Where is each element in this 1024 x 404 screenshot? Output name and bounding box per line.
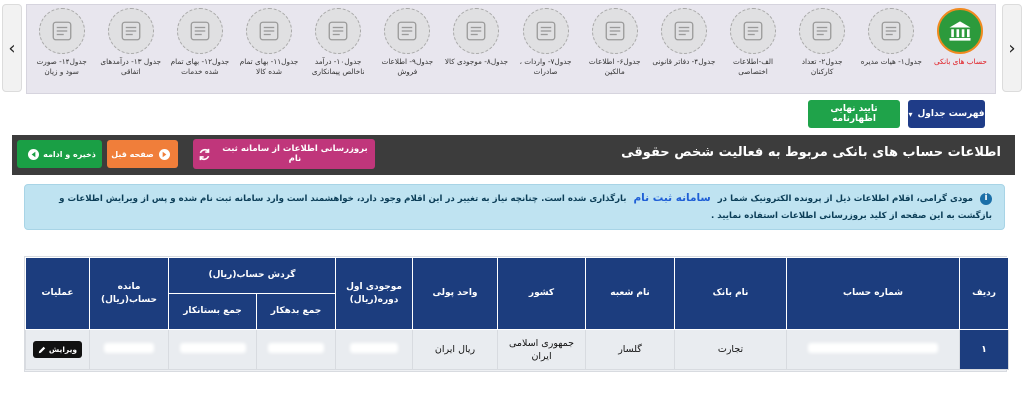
bank-accounts-table-panel: ردیف شماره حساب نام بانک نام شعبه کشور و… <box>24 256 1010 372</box>
step-label: الف-اطلاعات اختصاصی <box>732 57 774 76</box>
step-label: جدول۱۴- صورت سود و زیان <box>36 57 87 76</box>
header-country: کشور <box>497 257 587 330</box>
step-12[interactable]: جدول۱۲- بهای تمام شده خدمات <box>165 5 234 95</box>
sync-icon <box>199 148 210 160</box>
cell-bank-name: تجارت <box>674 329 788 370</box>
step-7[interactable]: جدول۷- واردات ، صادرات <box>511 5 580 95</box>
header-total-credit: جمع بستانکار <box>167 293 258 330</box>
header-bank-name: نام بانک <box>674 257 788 330</box>
step-9[interactable]: جدول۹- اطلاعات فروش <box>373 5 442 95</box>
contract-icon <box>315 8 362 54</box>
table-list-label: فهرست جداول <box>917 109 985 119</box>
previous-page-button[interactable]: صفحه قبل <box>107 140 178 168</box>
step-label: جدول۱۲- بهای تمام شده خدمات <box>170 57 230 76</box>
header-total-debit: جمع بدهکار <box>256 293 337 330</box>
header-operations: عملیات <box>25 257 90 330</box>
header-row: ردیف <box>959 257 1010 330</box>
section-title: اطلاعات حساب های بانکی مربوط به فعالیت ش… <box>621 145 1001 160</box>
cell-branch-name: گلسار <box>585 329 676 370</box>
save-continue-label: ذخیره و ادامه <box>43 149 96 159</box>
cell-account-balance-redacted <box>89 329 169 370</box>
header-opening-balance: موجودی اول دوره(ریال) <box>335 257 414 330</box>
step-4[interactable]: الف-اطلاعات اختصاصی <box>718 5 787 95</box>
step-label: جدول۱- هیات مدیره <box>860 57 922 66</box>
carousel-next-arrow[interactable]: › <box>1002 4 1022 92</box>
registration-system-link[interactable]: سامانه ثبت نام <box>633 192 710 204</box>
services-icon <box>176 8 223 54</box>
cell-opening-balance-redacted <box>335 329 414 370</box>
cell-account-number-redacted <box>786 329 961 370</box>
sync-registration-button[interactable]: بروزرسانی اطلاعات از سامانه ثبت نام <box>193 139 375 169</box>
carousel-prev-arrow[interactable]: ‹ <box>2 4 22 92</box>
step-label: حساب های بانکی <box>933 57 987 66</box>
step-label: جدول۸- موجودی کالا <box>444 57 509 66</box>
step-10[interactable]: جدول۱۰- درآمد ناخالص پیمانکاری <box>304 5 373 95</box>
step-13[interactable]: جدول ۱۳- درآمدهای اتفاقی <box>96 5 165 95</box>
table-list-dropdown[interactable]: فهرست جداول ▾ <box>908 100 985 128</box>
board-icon <box>868 8 915 54</box>
bank-accounts-table: ردیف شماره حساب نام بانک نام شعبه کشور و… <box>25 257 1010 370</box>
cell-country: جمهوری اسلامی ایران <box>497 329 587 370</box>
caret-down-icon: ▾ <box>908 109 913 119</box>
calculator-icon <box>246 8 293 54</box>
save-continue-button[interactable]: ذخیره و ادامه <box>17 140 102 168</box>
final-confirm-button[interactable]: تایید نهایی اظهارنامه <box>808 100 900 128</box>
arrow-right-circle-icon <box>158 148 170 160</box>
step-label: جدول۹- اطلاعات فروش <box>381 57 434 76</box>
step-6[interactable]: جدول۶- اطلاعات مالکین <box>580 5 649 95</box>
income-icon <box>107 8 154 54</box>
steps-carousel: ‹ › حساب های بانکی جدول۱- هیات مدیره جدول۲… <box>0 0 1024 98</box>
info-icon: i <box>980 192 992 205</box>
step-5[interactable]: جدول۴- دفاتر قانونی <box>649 5 718 95</box>
step-8[interactable]: جدول۸- موجودی کالا <box>442 5 511 95</box>
section-header: اطلاعات حساب های بانکی مربوط به فعالیت ش… <box>12 135 1015 175</box>
edit-button[interactable]: ویرایش <box>32 341 83 358</box>
step-1[interactable]: حساب های بانکی <box>926 5 995 95</box>
import-export-icon <box>522 8 569 54</box>
step-label: جدول۴- دفاتر قانونی <box>652 57 716 66</box>
step-label: جدول ۱۳- درآمدهای اتفاقی <box>100 57 162 76</box>
step-11[interactable]: جدول۱۱- بهای تمام شده کالا <box>234 5 303 95</box>
step-label: جدول۱۱- بهای تمام شده کالا <box>239 57 299 76</box>
header-turnover-group: گردش حساب(ریال) <box>167 257 337 294</box>
header-account-number: شماره حساب <box>786 257 961 330</box>
edit-label: ویرایش <box>48 345 78 354</box>
pencil-icon <box>38 346 46 353</box>
sales-icon <box>384 8 431 54</box>
cell-currency: ریال ایران <box>412 329 499 370</box>
header-account-balance: مانده حساب(ریال) <box>89 257 169 330</box>
id-card-icon <box>730 8 776 54</box>
scale-icon <box>38 8 85 54</box>
previous-page-label: صفحه قبل <box>111 149 154 159</box>
ledger-icon <box>660 8 707 54</box>
alert-text-before: مودی گرامی، اقلام اطلاعات ذیل از پرونده … <box>717 194 973 204</box>
step-2[interactable]: جدول۱- هیات مدیره <box>857 5 926 95</box>
steps-strip: حساب های بانکی جدول۱- هیات مدیره جدول۲- تع… <box>26 4 996 94</box>
bank-icon <box>937 8 984 54</box>
table-row: ۱ تجارت گلسار جمهوری اسلامی ایران ریال ا… <box>25 329 1010 370</box>
staff-icon <box>799 8 846 54</box>
step-label: جدول۷- واردات ، صادرات <box>519 57 572 76</box>
cell-total-credit-redacted <box>167 329 258 370</box>
inventory-icon <box>453 8 500 54</box>
info-alert: i مودی گرامی، اقلام اطلاعات ذیل از پروند… <box>24 184 1005 230</box>
building-icon <box>591 8 638 54</box>
step-label: جدول۲- تعداد کارکنان <box>801 57 843 76</box>
step-label: جدول۶- اطلاعات مالکین <box>588 57 641 76</box>
step-3[interactable]: جدول۲- تعداد کارکنان <box>788 5 857 95</box>
step-14[interactable]: جدول۱۴- صورت سود و زیان <box>27 5 96 95</box>
cell-total-debit-redacted <box>256 329 337 370</box>
arrow-left-circle-icon <box>28 148 40 160</box>
cell-row-number: ۱ <box>959 329 1010 370</box>
step-label: جدول۱۰- درآمد ناخالص پیمانکاری <box>311 57 365 76</box>
cell-operations: ویرایش <box>25 329 90 370</box>
sync-label: بروزرسانی اطلاعات از سامانه ثبت نام <box>222 144 368 164</box>
header-branch-name: نام شعبه <box>585 257 676 330</box>
header-currency: واحد پولی <box>412 257 499 330</box>
